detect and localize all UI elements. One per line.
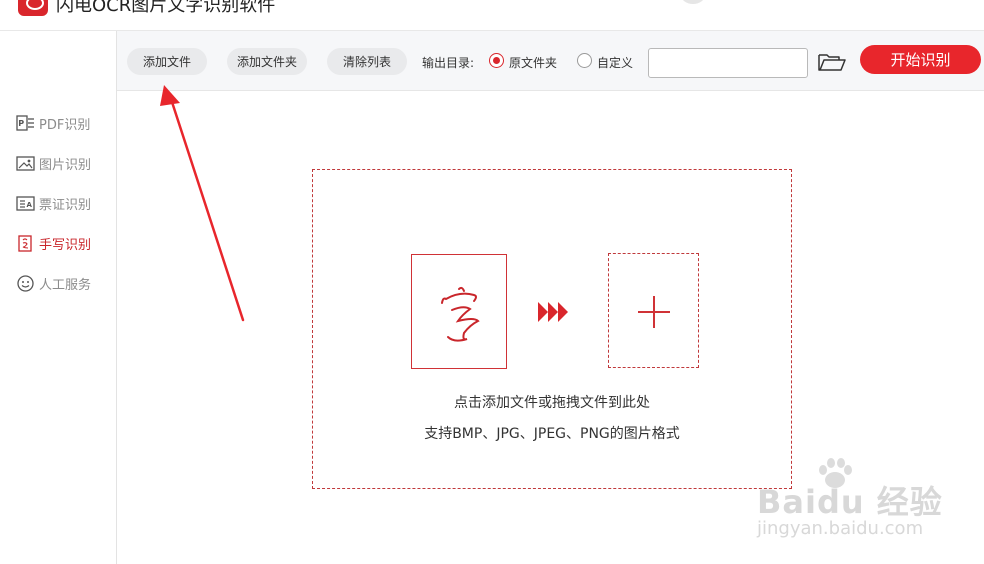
handwriting-icon <box>16 234 35 252</box>
radio-custom-folder[interactable] <box>577 53 592 68</box>
clear-list-button[interactable]: 清除列表 <box>327 48 407 75</box>
sidebar-item-label: PDF识别 <box>39 117 91 133</box>
sidebar-item-label: 图片识别 <box>39 157 92 173</box>
radio-custom-label: 自定义 <box>597 56 634 70</box>
toolbar: 添加文件 添加文件夹 清除列表 输出目录: 原文件夹 自定义 开始识别 <box>117 31 984 91</box>
folder-open-icon[interactable] <box>817 51 847 73</box>
supported-formats-text: 支持BMP、JPG、JPEG、PNG的图片格式 <box>424 426 680 442</box>
add-file-target[interactable] <box>608 253 699 368</box>
app-logo <box>18 0 48 16</box>
sidebar-item-pdf[interactable]: P PDF识别 <box>16 113 90 133</box>
id-card-icon: A <box>16 195 35 212</box>
handwriting-sample-box <box>411 254 507 369</box>
sidebar-item-label: 手写识别 <box>39 237 92 253</box>
app-title: 闪电OCR图片文字识别软件 <box>56 0 276 16</box>
file-drop-zone[interactable]: 点击添加文件或拖拽文件到此处 支持BMP、JPG、JPEG、PNG的图片格式 <box>312 169 792 489</box>
svg-text:A: A <box>27 201 33 209</box>
image-icon <box>16 155 35 172</box>
start-recognition-button[interactable]: 开始识别 <box>860 45 981 74</box>
output-path-input[interactable] <box>648 48 808 78</box>
sidebar-item-ticket[interactable]: A 票证识别 <box>16 193 91 213</box>
annotation-arrow <box>160 85 245 322</box>
watermark-logo: Baidu 经验 <box>757 483 943 521</box>
sidebar-item-image[interactable]: 图片识别 <box>16 153 91 173</box>
radio-original-label: 原文件夹 <box>509 56 558 70</box>
sidebar: P PDF识别 图片识别 A 票证识别 手写识别 人工服务 <box>0 31 117 564</box>
sidebar-item-label: 票证识别 <box>39 197 92 213</box>
radio-original-folder[interactable] <box>489 53 504 68</box>
app-window: 闪电OCR图片文字识别软件 P PDF识别 图片识别 A 票证识别 手写识别 人… <box>0 0 984 564</box>
title-bar: 闪电OCR图片文字识别软件 <box>0 0 984 31</box>
watermark-url: jingyan.baidu.com <box>757 518 924 539</box>
sidebar-item-service[interactable]: 人工服务 <box>16 273 91 293</box>
add-file-button[interactable]: 添加文件 <box>127 48 207 75</box>
sidebar-item-label: 人工服务 <box>39 277 92 293</box>
handwritten-char-icon <box>441 286 480 342</box>
plus-icon-vertical <box>653 296 655 328</box>
add-folder-button[interactable]: 添加文件夹 <box>227 48 307 75</box>
smiley-icon <box>16 274 35 292</box>
sidebar-item-handwriting[interactable]: 手写识别 <box>16 233 91 253</box>
svg-text:P: P <box>18 119 24 128</box>
pdf-icon: P <box>16 114 35 132</box>
forward-arrows-icon <box>538 302 570 322</box>
account-icon[interactable] <box>681 0 705 4</box>
output-dir-label: 输出目录: <box>422 56 475 70</box>
drop-hint-text: 点击添加文件或拖拽文件到此处 <box>454 395 650 411</box>
